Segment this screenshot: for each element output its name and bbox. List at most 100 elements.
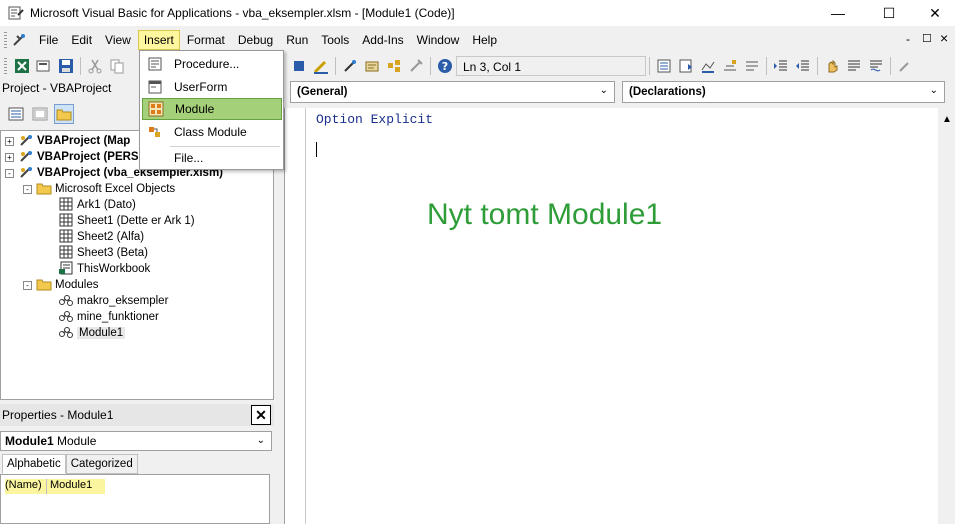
menu-item-class-module[interactable]: Class Module xyxy=(142,121,282,143)
properties-window-icon[interactable] xyxy=(364,58,380,74)
tree-item[interactable]: - Modules xyxy=(23,277,98,293)
folder-icon xyxy=(36,181,55,198)
tree-item[interactable]: ThisWorkbook xyxy=(58,261,150,277)
tree-item[interactable]: mine_funktioner xyxy=(58,309,159,325)
properties-close-button[interactable]: ✕ xyxy=(251,405,271,425)
mdi-minimize-button[interactable]: - xyxy=(906,32,910,46)
cursor-position-text: Ln 3, Col 1 xyxy=(463,60,522,74)
code-vertical-scrollbar[interactable]: ▲ xyxy=(938,108,955,524)
toolbar-grip[interactable] xyxy=(4,58,7,74)
collapse-icon[interactable]: - xyxy=(23,280,32,290)
menu-item-file[interactable]: File... xyxy=(142,147,282,169)
code-margin-indicator-bar[interactable] xyxy=(286,108,306,524)
tree-item[interactable]: Module1 xyxy=(58,325,126,342)
close-window-button[interactable]: ✕ xyxy=(912,0,955,26)
menu-window[interactable]: Window xyxy=(411,30,466,50)
comment-block-icon[interactable] xyxy=(846,58,862,74)
reset-icon[interactable] xyxy=(291,58,307,74)
insert-object-icon[interactable] xyxy=(36,58,52,74)
vba-menu-icon[interactable] xyxy=(11,32,29,48)
list-constants-icon[interactable] xyxy=(678,58,694,74)
view-object-button[interactable] xyxy=(30,104,50,124)
toolbar-separator xyxy=(766,57,767,75)
tree-item[interactable]: + VBAProject (Map xyxy=(5,133,130,149)
worksheet-icon xyxy=(58,245,77,262)
menu-edit[interactable]: Edit xyxy=(65,30,98,50)
view-code-icon xyxy=(8,107,24,121)
outdent-icon[interactable] xyxy=(795,58,811,74)
tree-item-label: Module1 xyxy=(77,327,126,339)
indent-icon[interactable] xyxy=(773,58,789,74)
collapse-icon[interactable]: - xyxy=(5,168,14,178)
menu-tools[interactable]: Tools xyxy=(315,30,355,50)
class-module-icon xyxy=(146,123,164,141)
tree-item[interactable]: Sheet3 (Beta) xyxy=(58,245,148,261)
collapse-icon[interactable]: - xyxy=(23,184,32,194)
maximize-button[interactable]: ☐ xyxy=(866,0,912,26)
menu-view[interactable]: View xyxy=(99,30,137,50)
menu-add-ins[interactable]: Add-Ins xyxy=(356,30,409,50)
properties-object-name: Module1 xyxy=(5,434,54,448)
menu-run[interactable]: Run xyxy=(280,30,314,50)
tab-categorized[interactable]: Categorized xyxy=(65,454,138,474)
list-properties-icon[interactable] xyxy=(656,58,672,74)
module-icon xyxy=(58,325,77,342)
parameter-info-icon[interactable] xyxy=(722,58,738,74)
tree-item[interactable]: - Microsoft Excel Objects xyxy=(23,181,175,197)
tree-item[interactable]: + VBAProject (PERS xyxy=(5,149,139,165)
help-icon[interactable]: ? xyxy=(437,58,453,74)
menu-item-label: Procedure... xyxy=(174,57,240,71)
menu-file[interactable]: File xyxy=(33,30,64,50)
project-explorer-icon[interactable] xyxy=(342,58,358,74)
tree-item[interactable]: Ark1 (Dato) xyxy=(58,197,136,213)
expand-icon[interactable]: + xyxy=(5,152,14,162)
toolbar-separator xyxy=(80,57,81,75)
tree-item[interactable]: Sheet2 (Alfa) xyxy=(58,229,144,245)
code-editor[interactable] xyxy=(284,108,954,524)
menu-item-procedure[interactable]: Procedure... xyxy=(142,53,282,75)
menu-item-userform[interactable]: UserForm xyxy=(142,76,282,98)
expand-icon[interactable]: + xyxy=(5,136,14,146)
cut-icon[interactable] xyxy=(87,58,103,74)
mdi-close-button[interactable]: × xyxy=(940,30,948,46)
view-code-button[interactable] xyxy=(6,104,26,124)
property-row-name[interactable]: (Name) Module1 xyxy=(5,479,105,494)
toolbar-grip[interactable] xyxy=(4,32,7,48)
workbook-icon xyxy=(58,261,77,278)
code-line[interactable]: Option Explicit xyxy=(316,112,433,127)
excel-icon[interactable] xyxy=(14,58,30,74)
save-icon[interactable] xyxy=(58,58,74,74)
menu-item-module[interactable]: Module xyxy=(142,98,282,120)
tree-item[interactable]: makro_eksempler xyxy=(58,293,168,309)
tree-item-label: VBAProject (PERS xyxy=(37,151,139,163)
bookmark-icon[interactable] xyxy=(897,58,913,74)
folder-icon xyxy=(36,277,55,294)
toggle-folders-button[interactable] xyxy=(54,104,74,124)
menu-debug[interactable]: Debug xyxy=(232,30,279,50)
chevron-down-icon: ⌄ xyxy=(599,85,608,96)
folder-icon xyxy=(56,109,72,121)
project-tree[interactable]: + VBAProject (Map + VBAProject (PERS - VBAPro… xyxy=(0,130,274,400)
object-dropdown[interactable]: (General) ⌄ xyxy=(290,81,615,103)
menu-format[interactable]: Format xyxy=(181,30,231,50)
object-browser-icon[interactable] xyxy=(386,58,402,74)
quick-info-icon[interactable] xyxy=(700,58,716,74)
procedure-icon xyxy=(146,55,164,73)
design-mode-icon[interactable] xyxy=(313,58,329,74)
minimize-button[interactable]: — xyxy=(815,0,861,26)
tree-item-label: Sheet2 (Alfa) xyxy=(77,231,145,243)
toggle-breakpoint-icon[interactable] xyxy=(824,58,840,74)
property-value[interactable]: Module1 xyxy=(47,479,92,494)
tab-alphabetic[interactable]: Alphabetic xyxy=(2,454,66,474)
copy-icon[interactable] xyxy=(109,58,125,74)
scroll-up-arrow-icon[interactable]: ▲ xyxy=(942,114,952,125)
menu-help[interactable]: Help xyxy=(466,30,503,50)
procedure-dropdown[interactable]: (Declarations) ⌄ xyxy=(622,81,945,103)
toolbox-icon[interactable] xyxy=(408,58,424,74)
menu-insert[interactable]: Insert xyxy=(137,30,180,50)
uncomment-block-icon[interactable] xyxy=(868,58,884,74)
properties-object-select[interactable]: Module1 Module ⌄ xyxy=(0,431,272,451)
tree-item[interactable]: Sheet1 (Dette er Ark 1) xyxy=(58,213,195,229)
mdi-restore-button[interactable]: ☐ xyxy=(922,32,932,45)
complete-word-icon[interactable] xyxy=(744,58,760,74)
